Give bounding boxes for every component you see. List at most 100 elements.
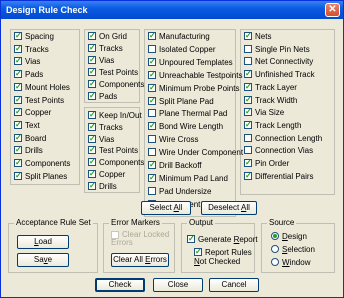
checkbox-box[interactable]: ✓ — [244, 120, 252, 129]
checkbox-col4-11[interactable]: ✓ Differential Pairs — [244, 171, 314, 182]
checkbox-box[interactable]: ✓ — [148, 96, 156, 105]
checkbox-col2b-2[interactable]: ✓ Vias — [88, 134, 114, 145]
checkbox-col3-3[interactable]: ✓ Unreachable Testpoints — [148, 70, 242, 81]
checkbox-col1-2[interactable]: ✓ Vias — [14, 57, 40, 67]
checkbox-col3-0[interactable]: ✓ Manufacturing — [148, 32, 210, 42]
checkbox-box[interactable]: ✓ — [148, 122, 156, 131]
checkbox-box[interactable]: ✓ — [88, 111, 96, 119]
checkbox-col3-7[interactable]: ✓ Bond Wire Length — [148, 122, 223, 132]
checkbox-col1-9[interactable]: ✓ Drills — [14, 146, 43, 156]
checkbox-box[interactable] — [244, 44, 252, 53]
window-radio-dot[interactable] — [271, 258, 279, 266]
checkbox-col2a-1[interactable]: ✓ Tracks — [88, 44, 123, 54]
checkbox-box[interactable] — [244, 57, 252, 66]
selection-radio-dot[interactable] — [271, 245, 279, 253]
checkbox-box[interactable]: ✓ — [148, 83, 156, 92]
checkbox-box[interactable]: ✓ — [14, 44, 22, 53]
checkbox-box[interactable]: ✓ — [148, 57, 156, 66]
checkbox-box[interactable]: ✓ — [14, 133, 22, 142]
deselect-all-button[interactable]: Deselect All — [201, 201, 257, 215]
generate-report-box[interactable]: ✓ — [187, 235, 195, 243]
checkbox-box[interactable]: ✓ — [88, 181, 96, 190]
checkbox-col4-0[interactable]: ✓ Nets — [244, 32, 271, 42]
checkbox-col4-2[interactable]: Net Connectivity — [244, 57, 313, 67]
design-radio-dot[interactable] — [271, 232, 279, 240]
generate-report-checkbox[interactable]: ✓ Generate Report — [187, 235, 258, 245]
checkbox-col3-4[interactable]: ✓ Minimum Probe Points — [148, 83, 239, 94]
checkbox-col2b-0[interactable]: ✓ Keep In/Out — [88, 111, 142, 121]
checkbox-box[interactable]: ✓ — [88, 56, 96, 64]
checkbox-box[interactable]: ✓ — [88, 122, 96, 131]
checkbox-col3-5[interactable]: ✓ Split Plane Pad — [148, 96, 214, 107]
checkbox-col1-4[interactable]: ✓ Mount Holes — [14, 82, 70, 93]
checkbox-box[interactable]: ✓ — [244, 70, 252, 79]
checkbox-box[interactable]: ✓ — [244, 159, 252, 167]
checkbox-col1-5[interactable]: ✓ Test Points — [14, 95, 64, 106]
checkbox-col3-9[interactable]: Wire Under Component — [148, 148, 243, 158]
checkbox-col1-1[interactable]: ✓ Tracks — [14, 44, 49, 55]
checkbox-col2b-4[interactable]: ✓ Components — [88, 158, 144, 168]
checkbox-col4-4[interactable]: ✓ Track Layer — [244, 82, 297, 93]
checkbox-box[interactable]: ✓ — [14, 95, 22, 104]
checkbox-col2b-1[interactable]: ✓ Tracks — [88, 122, 123, 133]
clear-locked-errors-checkbox[interactable]: Clear Locked Errors — [111, 231, 173, 247]
load-button[interactable]: Load — [17, 235, 69, 249]
checkbox-box[interactable]: ✓ — [88, 134, 96, 143]
checkbox-box[interactable] — [148, 148, 156, 157]
checkbox-box[interactable]: ✓ — [14, 82, 22, 91]
checkbox-col4-10[interactable]: ✓ Pin Order — [244, 159, 289, 169]
clear-locked-errors-box[interactable] — [111, 231, 119, 239]
checkbox-col2a-4[interactable]: ✓ Components — [88, 80, 144, 90]
select-all-button[interactable]: Select All — [141, 201, 191, 215]
checkbox-box[interactable]: ✓ — [244, 95, 252, 104]
checkbox-col2b-5[interactable]: ✓ Copper — [88, 170, 125, 180]
checkbox-col2b-3[interactable]: ✓ Test Points — [88, 146, 138, 156]
checkbox-box[interactable]: ✓ — [88, 68, 96, 76]
checkbox-col4-9[interactable]: Connection Vias — [244, 146, 313, 156]
checkbox-col4-1[interactable]: Single Pin Nets — [244, 44, 310, 55]
checkbox-col1-11[interactable]: ✓ Split Planes — [14, 171, 67, 182]
checkbox-box[interactable] — [148, 109, 156, 118]
source-selection-radio[interactable]: Selection — [271, 245, 315, 255]
checkbox-col4-7[interactable]: ✓ Track Length — [244, 120, 301, 131]
checkbox-col1-7[interactable]: ✓ Text — [14, 120, 40, 131]
checkbox-col4-5[interactable]: ✓ Track Width — [244, 95, 297, 106]
checkbox-col4-3[interactable]: ✓ Unfinished Track — [244, 70, 315, 80]
checkbox-box[interactable]: ✓ — [14, 108, 22, 117]
checkbox-col1-3[interactable]: ✓ Pads — [14, 70, 43, 80]
checkbox-box[interactable]: ✓ — [14, 159, 22, 167]
checkbox-col3-12[interactable]: Pad Undersize — [148, 186, 211, 197]
checkbox-col2b-6[interactable]: ✓ Drills — [88, 181, 117, 192]
checkbox-col4-6[interactable]: ✓ Via Size — [244, 108, 284, 118]
checkbox-box[interactable] — [148, 135, 156, 144]
report-rules-box[interactable]: ✓ — [194, 248, 202, 256]
checkbox-col3-6[interactable]: Plane Thermal Pad — [148, 109, 227, 119]
checkbox-col2a-0[interactable]: ✓ On Grid — [88, 32, 127, 42]
report-rules-not-checked-checkbox[interactable]: ✓ Report Rules Not Checked — [194, 248, 252, 266]
checkbox-col2a-5[interactable]: ✓ Pads — [88, 92, 117, 102]
checkbox-box[interactable] — [244, 133, 252, 142]
checkbox-box[interactable]: ✓ — [88, 92, 96, 100]
checkbox-box[interactable] — [148, 186, 156, 195]
check-button[interactable]: Check — [95, 278, 145, 292]
checkbox-box[interactable]: ✓ — [14, 120, 22, 129]
checkbox-box[interactable]: ✓ — [88, 158, 96, 167]
checkbox-col3-10[interactable]: ✓ Drill Backoff — [148, 161, 202, 171]
checkbox-box[interactable]: ✓ — [88, 32, 96, 40]
checkbox-box[interactable]: ✓ — [88, 44, 96, 52]
checkbox-col1-0[interactable]: ✓ Spacing — [14, 32, 54, 42]
checkbox-box[interactable]: ✓ — [14, 57, 22, 66]
checkbox-box[interactable] — [148, 44, 156, 53]
source-window-radio[interactable]: Window — [271, 258, 310, 268]
checkbox-col3-1[interactable]: Isolated Copper — [148, 44, 215, 55]
checkbox-box[interactable]: ✓ — [244, 171, 252, 180]
checkbox-col4-8[interactable]: Connection Length — [244, 133, 322, 144]
checkbox-box[interactable]: ✓ — [148, 173, 156, 182]
checkbox-box[interactable]: ✓ — [148, 161, 156, 169]
checkbox-col1-10[interactable]: ✓ Components — [14, 159, 70, 169]
checkbox-col1-8[interactable]: ✓ Board — [14, 133, 46, 144]
checkbox-col3-8[interactable]: Wire Cross — [148, 135, 199, 145]
checkbox-box[interactable]: ✓ — [88, 170, 96, 178]
checkbox-box[interactable]: ✓ — [14, 70, 22, 79]
checkbox-box[interactable]: ✓ — [244, 108, 252, 117]
